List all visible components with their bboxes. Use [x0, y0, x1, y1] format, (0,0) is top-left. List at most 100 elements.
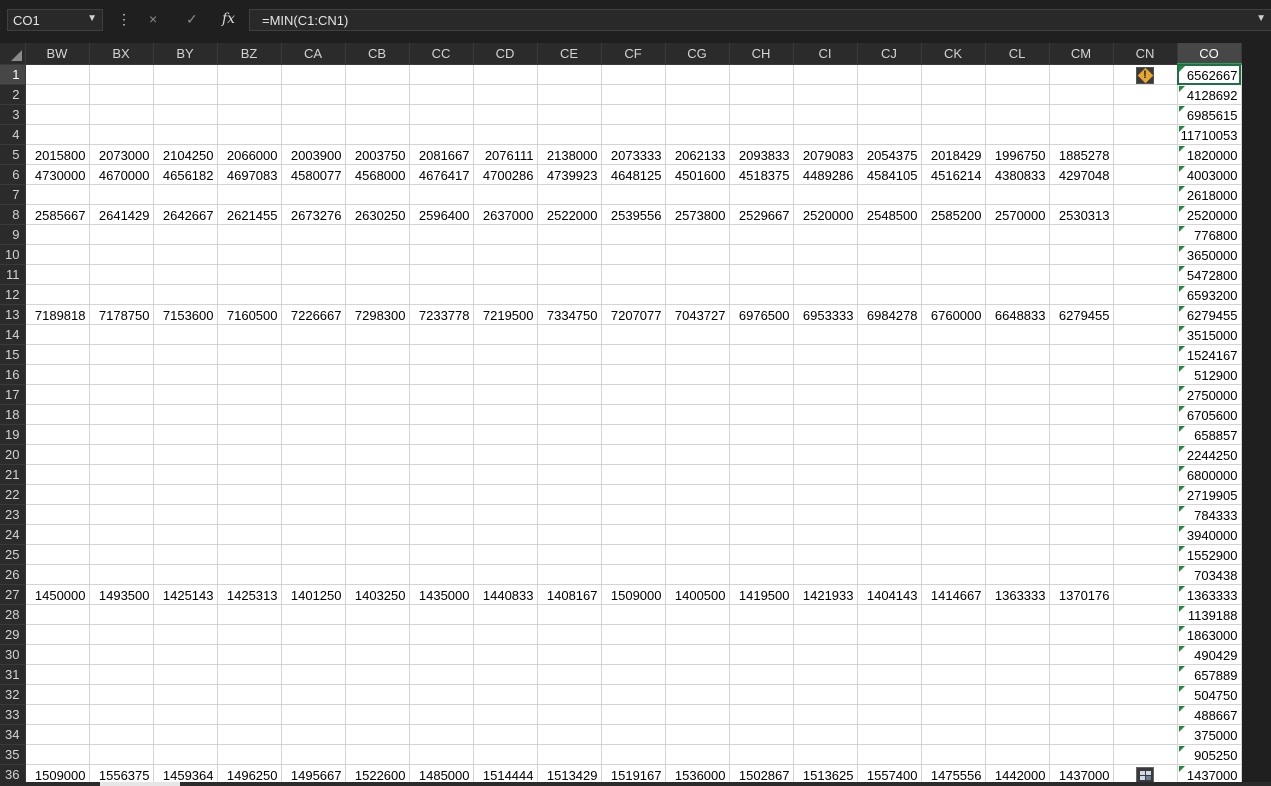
cell-cl1[interactable]: [985, 64, 1050, 85]
cell-cg13[interactable]: 7043727: [665, 304, 730, 325]
cell-cg20[interactable]: [665, 444, 730, 465]
cell-by8[interactable]: 2642667: [153, 204, 218, 225]
cell-by9[interactable]: [153, 224, 218, 245]
cell-cm26[interactable]: [1049, 564, 1114, 585]
column-header-bw[interactable]: BW: [25, 43, 90, 65]
cell-ce20[interactable]: [537, 444, 602, 465]
cell-cl9[interactable]: [985, 224, 1050, 245]
cell-bz11[interactable]: [217, 264, 282, 285]
cell-cj3[interactable]: [857, 104, 922, 125]
column-header-cn[interactable]: CN: [1113, 43, 1178, 65]
cell-ch26[interactable]: [729, 564, 794, 585]
cell-cl2[interactable]: [985, 84, 1050, 105]
cell-by3[interactable]: [153, 104, 218, 125]
cell-by11[interactable]: [153, 264, 218, 285]
cell-cf6[interactable]: 4648125: [601, 164, 666, 185]
cell-cc5[interactable]: 2081667: [409, 144, 474, 165]
chevron-down-icon[interactable]: ▼: [87, 13, 97, 24]
cell-cm18[interactable]: [1049, 404, 1114, 425]
cell-cc26[interactable]: [409, 564, 474, 585]
cell-cf29[interactable]: [601, 624, 666, 645]
cell-ci33[interactable]: [793, 704, 858, 725]
cell-ck27[interactable]: 1414667: [921, 584, 986, 605]
cell-cj10[interactable]: [857, 244, 922, 265]
row-header[interactable]: 27: [0, 584, 26, 605]
cell-ce10[interactable]: [537, 244, 602, 265]
cell-bw9[interactable]: [25, 224, 90, 245]
cell-ca35[interactable]: [281, 744, 346, 765]
cell-ch31[interactable]: [729, 664, 794, 685]
cell-cl14[interactable]: [985, 324, 1050, 345]
cell-cb18[interactable]: [345, 404, 410, 425]
cell-ck32[interactable]: [921, 684, 986, 705]
cell-ci12[interactable]: [793, 284, 858, 305]
cell-bz30[interactable]: [217, 644, 282, 665]
cell-cl23[interactable]: [985, 504, 1050, 525]
cell-cd24[interactable]: [473, 524, 538, 545]
cell-cj2[interactable]: [857, 84, 922, 105]
cell-co10[interactable]: 3650000: [1177, 244, 1242, 265]
cell-cg17[interactable]: [665, 384, 730, 405]
cell-cm34[interactable]: [1049, 724, 1114, 745]
cell-ch34[interactable]: [729, 724, 794, 745]
cell-cm13[interactable]: 6279455: [1049, 304, 1114, 325]
cell-co26[interactable]: 703438: [1177, 564, 1242, 585]
cell-cm19[interactable]: [1049, 424, 1114, 445]
cell-cl18[interactable]: [985, 404, 1050, 425]
cancel-icon[interactable]: ×: [149, 11, 157, 27]
cell-ce26[interactable]: [537, 564, 602, 585]
cell-cd19[interactable]: [473, 424, 538, 445]
cell-ce13[interactable]: 7334750: [537, 304, 602, 325]
horizontal-scrollbar[interactable]: [0, 782, 1271, 786]
row-header[interactable]: 35: [0, 744, 26, 765]
cell-bz10[interactable]: [217, 244, 282, 265]
cell-cb16[interactable]: [345, 364, 410, 385]
cell-bx3[interactable]: [89, 104, 154, 125]
cell-cb14[interactable]: [345, 324, 410, 345]
cell-cn32[interactable]: [1113, 684, 1178, 705]
row-header[interactable]: 15: [0, 344, 26, 365]
cell-cf30[interactable]: [601, 644, 666, 665]
cell-ce7[interactable]: [537, 184, 602, 205]
cell-ce25[interactable]: [537, 544, 602, 565]
cell-cb35[interactable]: [345, 744, 410, 765]
cell-ck26[interactable]: [921, 564, 986, 585]
cell-ca34[interactable]: [281, 724, 346, 745]
cell-cn31[interactable]: [1113, 664, 1178, 685]
cell-bz4[interactable]: [217, 124, 282, 145]
cell-ci6[interactable]: 4489286: [793, 164, 858, 185]
cell-cm11[interactable]: [1049, 264, 1114, 285]
cell-ci4[interactable]: [793, 124, 858, 145]
cell-cj17[interactable]: [857, 384, 922, 405]
cell-ca33[interactable]: [281, 704, 346, 725]
cell-bw34[interactable]: [25, 724, 90, 745]
cell-cn20[interactable]: [1113, 444, 1178, 465]
warning-icon[interactable]: !: [1136, 67, 1154, 84]
cell-ck7[interactable]: [921, 184, 986, 205]
cell-bw26[interactable]: [25, 564, 90, 585]
cell-ci30[interactable]: [793, 644, 858, 665]
cell-bz16[interactable]: [217, 364, 282, 385]
cell-co3[interactable]: 6985615: [1177, 104, 1242, 125]
cell-cd34[interactable]: [473, 724, 538, 745]
cell-bx15[interactable]: [89, 344, 154, 365]
cell-cb8[interactable]: 2630250: [345, 204, 410, 225]
cell-ca31[interactable]: [281, 664, 346, 685]
cell-cj7[interactable]: [857, 184, 922, 205]
cell-bw24[interactable]: [25, 524, 90, 545]
row-header[interactable]: 18: [0, 404, 26, 425]
cell-bx24[interactable]: [89, 524, 154, 545]
cell-cf17[interactable]: [601, 384, 666, 405]
cell-cc31[interactable]: [409, 664, 474, 685]
cell-ce28[interactable]: [537, 604, 602, 625]
cell-cc7[interactable]: [409, 184, 474, 205]
cell-cf19[interactable]: [601, 424, 666, 445]
cell-bw4[interactable]: [25, 124, 90, 145]
cell-cf4[interactable]: [601, 124, 666, 145]
cell-ck23[interactable]: [921, 504, 986, 525]
row-header[interactable]: 10: [0, 244, 26, 265]
cell-by33[interactable]: [153, 704, 218, 725]
cell-co33[interactable]: 488667: [1177, 704, 1242, 725]
cell-ch35[interactable]: [729, 744, 794, 765]
cell-ck1[interactable]: [921, 64, 986, 85]
